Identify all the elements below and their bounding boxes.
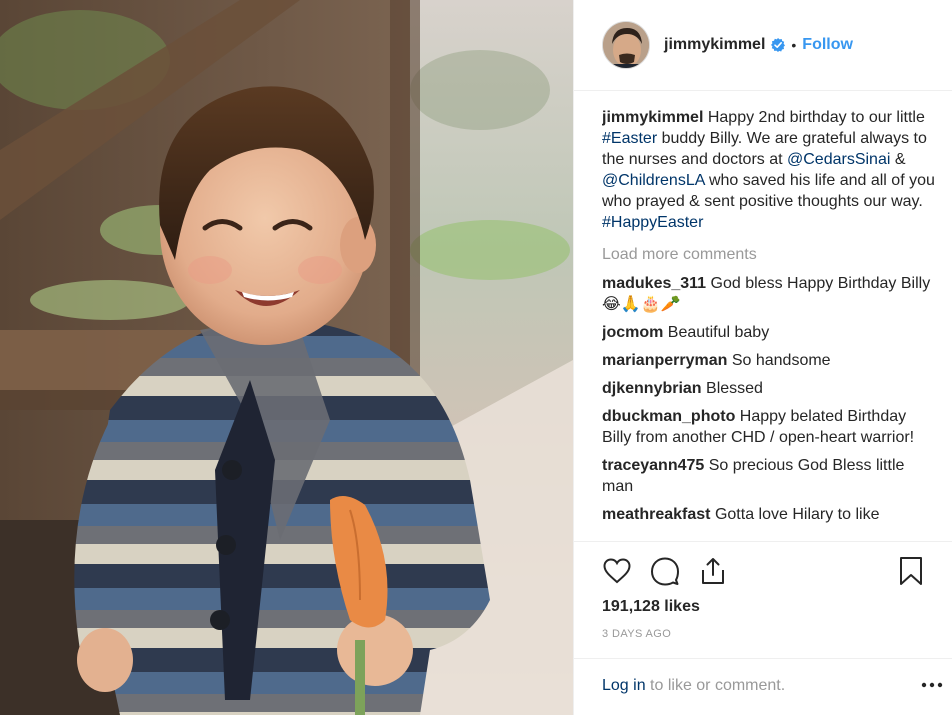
action-icons: [602, 556, 926, 588]
more-dots-icon[interactable]: [920, 675, 944, 695]
load-more-comments-button[interactable]: Load more comments: [602, 244, 936, 265]
comment-username[interactable]: dbuckman_photo: [602, 408, 735, 425]
post-modal: jimmykimmel • Follow jimmykimmel Happy 2…: [0, 0, 952, 715]
comment-text: Beautiful baby: [667, 324, 770, 341]
comment-username[interactable]: traceyann475: [602, 457, 704, 474]
comment-text: Gotta love Hilary to like: [714, 506, 880, 523]
comment-username[interactable]: madukes_311: [602, 275, 706, 292]
caption-link[interactable]: @CedarsSinai: [787, 151, 890, 168]
comments-list[interactable]: jimmykimmel Happy 2nd birthday to our li…: [602, 107, 936, 541]
caption-text: Happy 2nd birthday to our little: [707, 109, 925, 126]
avatar-image: [603, 22, 649, 68]
header-username[interactable]: jimmykimmel: [664, 36, 765, 54]
comment-item: jocmom Beautiful baby: [602, 322, 936, 343]
comment-username[interactable]: meathreakfast: [602, 506, 711, 523]
login-prompt: Log in to like or comment.: [602, 677, 785, 695]
photo-illustration: [0, 0, 573, 715]
login-link[interactable]: Log in: [602, 677, 646, 694]
post-timestamp[interactable]: 3 DAYS AGO: [602, 628, 671, 640]
comment-item: dbuckman_photo Happy belated Birthday Bi…: [602, 406, 936, 448]
heart-icon[interactable]: [602, 556, 632, 591]
share-icon[interactable]: [698, 556, 728, 591]
post-side-panel: jimmykimmel • Follow jimmykimmel Happy 2…: [573, 0, 952, 715]
comment-username[interactable]: djkennybrian: [602, 380, 702, 397]
post-actions: 191,128 likes 3 DAYS AGO Log in to like …: [574, 541, 952, 715]
post-header: jimmykimmel • Follow: [574, 0, 952, 91]
comment-username[interactable]: jocmom: [602, 324, 663, 341]
avatar[interactable]: [602, 21, 650, 69]
comment-item: marianperryman So handsome: [602, 350, 936, 371]
verified-badge-icon: [771, 38, 786, 52]
post-photo[interactable]: [0, 0, 573, 715]
caption-link[interactable]: #Easter: [602, 130, 657, 147]
caption-link[interactable]: #HappyEaster: [602, 214, 703, 231]
login-bar: Log in to like or comment.: [574, 658, 952, 715]
comment-item: traceyann475 So precious God Bless littl…: [602, 455, 936, 497]
comment-text: So handsome: [731, 352, 831, 369]
follow-button[interactable]: Follow: [802, 36, 853, 54]
login-prompt-text: to like or comment.: [645, 677, 786, 694]
comment-text: Blessed: [706, 380, 763, 397]
caption-text: &: [890, 151, 906, 168]
comment-item: madukes_311 God bless Happy Birthday Bil…: [602, 273, 936, 315]
comment-username[interactable]: marianperryman: [602, 352, 727, 369]
caption-username[interactable]: jimmykimmel: [602, 109, 703, 126]
likes-count[interactable]: 191,128 likes: [602, 598, 700, 616]
bookmark-icon[interactable]: [896, 556, 926, 591]
comment-bubble-icon[interactable]: [650, 556, 680, 591]
caption: jimmykimmel Happy 2nd birthday to our li…: [602, 107, 936, 233]
separator-dot: •: [791, 37, 797, 53]
comment-item: djkennybrian Blessed: [602, 378, 936, 399]
comment-items: madukes_311 God bless Happy Birthday Bil…: [602, 273, 936, 525]
comment-item: meathreakfast Gotta love Hilary to like: [602, 504, 936, 525]
caption-link[interactable]: @ChildrensLA: [602, 172, 705, 189]
